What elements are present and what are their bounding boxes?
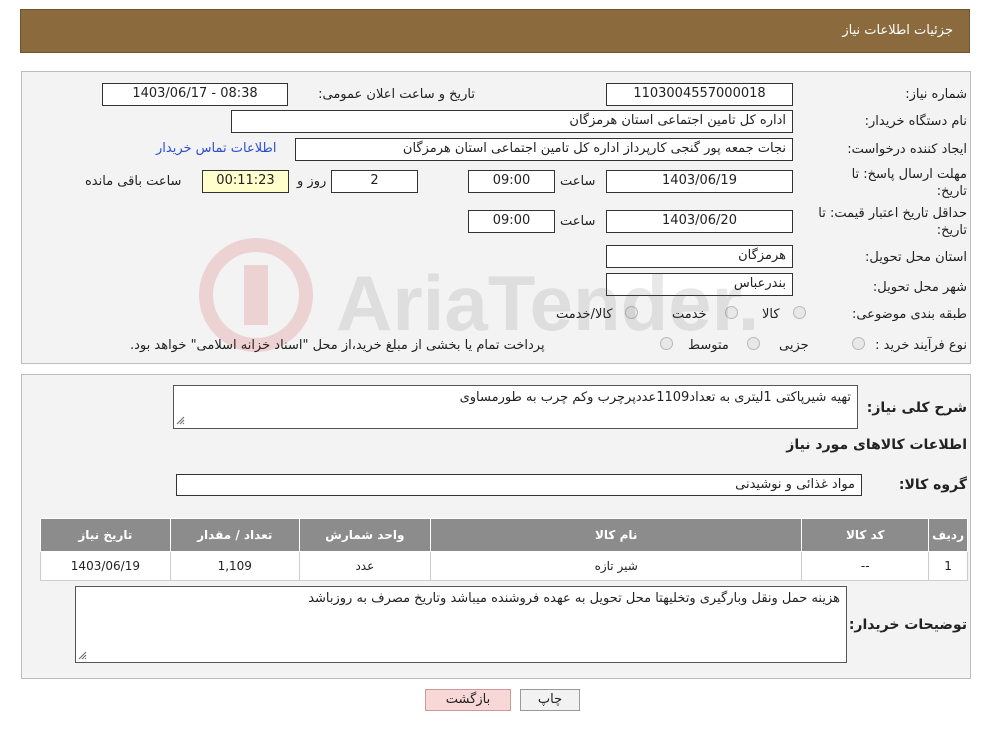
deadline-label-date: تاریخ: [936, 184, 967, 199]
goods-table-container: ردیف کد کالا نام کالا واحد شمارش تعداد /… [40, 518, 968, 581]
category-label: طبقه بندی موضوعی: [851, 307, 967, 322]
remaining-time-field: 00:11:23 [202, 170, 289, 193]
category-option-goods: کالا [762, 307, 780, 322]
col-header-goods-name: نام کالا [429, 518, 803, 552]
deadline-time-field: 09:00 [468, 170, 555, 193]
table-row: 1 -- شیر تازه عدد 1,109 1403/06/19 [40, 551, 968, 581]
deadline-date-field: 1403/06/19 [606, 170, 793, 193]
page-header: جزئیات اطلاعات نیاز [20, 9, 970, 53]
validity-time-label: ساعت [560, 214, 596, 229]
cell-goods-name: شیر تازه [429, 551, 803, 581]
col-header-row-number: ردیف [928, 518, 968, 552]
need-number-label: شماره نیاز: [905, 87, 967, 102]
process-radio-medium[interactable] [747, 337, 760, 350]
buyer-notes-label: توضیحات خریدار: [848, 617, 967, 633]
resize-grip-icon[interactable] [78, 651, 87, 660]
deadline-label: مهلت ارسال پاسخ: تا [851, 167, 967, 182]
days-remaining-field: 2 [331, 170, 418, 193]
cell-quantity: 1,109 [169, 551, 300, 581]
buyer-notes-text: هزینه حمل ونقل وبارگیری وتخلیهتا محل تحو… [308, 591, 840, 606]
buyer-org-field: اداره کل تامین اجتماعی استان هرمزگان [231, 110, 793, 133]
process-radio-minor[interactable] [852, 337, 865, 350]
buyer-org-label: نام دستگاه خریدار: [864, 114, 967, 129]
description-label: شرح کلی نیاز: [866, 400, 967, 416]
description-textarea[interactable]: تهیه شیرپاکتی 1لیتری به تعداد1109عددپرچر… [173, 385, 858, 429]
description-text: تهیه شیرپاکتی 1لیتری به تعداد1109عددپرچر… [459, 390, 851, 405]
resize-grip-icon[interactable] [176, 416, 185, 425]
col-header-need-date: تاریخ نیاز [40, 518, 171, 552]
col-header-unit: واحد شمارش [298, 518, 431, 552]
back-button[interactable]: بازگشت [425, 689, 511, 711]
province-field: هرمزگان [606, 245, 793, 268]
cell-goods-code: -- [801, 551, 930, 581]
province-label: استان محل تحویل: [865, 250, 967, 265]
remaining-time-label: ساعت باقی مانده [85, 174, 182, 189]
city-label: شهر محل تحویل: [872, 280, 967, 295]
page-title: جزئیات اطلاعات نیاز [842, 23, 953, 38]
process-type-label: نوع فرآیند خرید : [875, 338, 967, 353]
payment-note: پرداخت تمام یا بخشی از مبلغ خرید،از محل … [130, 338, 545, 353]
days-label: روز و [297, 174, 327, 189]
creator-label: ایجاد کننده درخواست: [847, 142, 967, 157]
goods-table-header-row: ردیف کد کالا نام کالا واحد شمارش تعداد /… [40, 518, 968, 552]
category-option-goods-service: کالا/خدمت [556, 307, 613, 322]
category-radio-goods-service[interactable] [625, 306, 638, 319]
validity-label: حداقل تاریخ اعتبار قیمت: تا [818, 206, 967, 221]
category-radio-service[interactable] [725, 306, 738, 319]
print-button[interactable]: چاپ [520, 689, 580, 711]
category-radio-goods[interactable] [793, 306, 806, 319]
process-option-medium: متوسط [688, 338, 729, 353]
process-option-minor: جزیی [779, 338, 809, 353]
cell-need-date: 1403/06/19 [40, 551, 171, 581]
col-header-quantity: تعداد / مقدار [169, 518, 300, 552]
cell-row-number: 1 [928, 551, 968, 581]
announce-datetime-label: تاریخ و ساعت اعلان عمومی: [318, 87, 475, 102]
creator-field: نجات جمعه پور گنجی کارپرداز اداره کل تام… [295, 138, 793, 161]
validity-time-field: 09:00 [468, 210, 555, 233]
category-option-service: خدمت [672, 307, 707, 322]
buyer-contact-link[interactable]: اطلاعات تماس خریدار [156, 141, 276, 156]
buyer-notes-textarea[interactable]: هزینه حمل ونقل وبارگیری وتخلیهتا محل تحو… [75, 586, 847, 663]
deadline-time-label: ساعت [560, 174, 596, 189]
validity-date-field: 1403/06/20 [606, 210, 793, 233]
cell-unit: عدد [298, 551, 431, 581]
payment-checkbox[interactable] [660, 337, 673, 350]
col-header-goods-code: کد کالا [801, 518, 930, 552]
announce-datetime-field: 1403/06/17 - 08:38 [102, 83, 288, 106]
need-number-field: 1103004557000018 [606, 83, 793, 106]
goods-table: ردیف کد کالا نام کالا واحد شمارش تعداد /… [40, 518, 968, 581]
goods-group-label: گروه کالا: [898, 477, 967, 493]
goods-info-title: اطلاعات کالاهای مورد نیاز [786, 437, 967, 453]
goods-group-field: مواد غذائی و نوشیدنی [176, 474, 862, 496]
validity-label-date: تاریخ: [936, 223, 967, 238]
city-field: بندرعباس [606, 273, 793, 296]
